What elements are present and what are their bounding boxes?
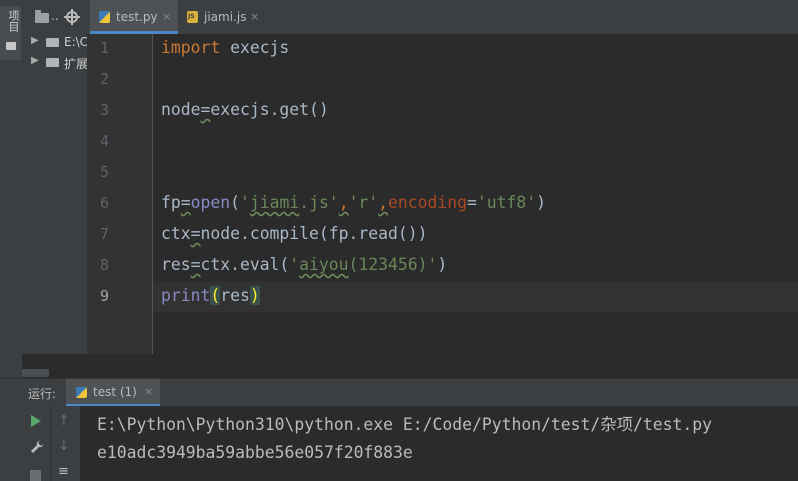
wrench-icon[interactable] xyxy=(30,440,44,454)
console-result-line: e10adc3949ba59abbe56e057f20f883e xyxy=(97,443,413,462)
folder-icon xyxy=(46,38,59,47)
line-number: 3 xyxy=(99,101,109,119)
tree-item-label: E:\C xyxy=(64,35,87,49)
editor-tab-bar: test.py × jiami.js × xyxy=(87,0,798,35)
run-panel-label: 运行: xyxy=(28,387,57,401)
python-file-icon xyxy=(76,387,87,398)
editor-scroll-area xyxy=(22,354,798,378)
soft-wrap-icon[interactable]: ≡ xyxy=(58,464,69,479)
up-arrow-icon[interactable]: ↑ xyxy=(58,413,70,429)
chevron-right-icon[interactable]: ▶ xyxy=(31,55,39,66)
project-tool-label: 项目 xyxy=(7,10,20,32)
code-line[interactable]: res=ctx.eval('aiyou(123456)') xyxy=(161,255,447,274)
project-dropdown[interactable]: .. xyxy=(51,9,59,23)
tab-test-py[interactable]: test.py × xyxy=(90,0,178,34)
scrollbar-thumb[interactable] xyxy=(22,369,49,377)
console-command-line: E:\Python\Python310\python.exe E:/Code/P… xyxy=(97,415,712,434)
folder-icon xyxy=(35,10,49,23)
close-icon[interactable]: × xyxy=(162,10,171,23)
down-arrow-icon[interactable]: ↓ xyxy=(58,438,70,454)
python-file-icon xyxy=(99,11,110,23)
project-tool-tab[interactable]: 项目 xyxy=(0,6,21,60)
line-number: 6 xyxy=(99,194,109,212)
chevron-right-icon[interactable]: ▶ xyxy=(31,35,39,46)
code-line[interactable]: print(res) xyxy=(161,286,260,305)
line-number: 8 xyxy=(99,256,109,274)
tool-window-strip: 项目 xyxy=(0,0,23,378)
tree-item-label: 扩展 xyxy=(64,57,87,71)
tab-label: jiami.js xyxy=(204,10,247,24)
run-tab-label: test (1) xyxy=(93,385,137,399)
line-number: 2 xyxy=(99,70,109,88)
tab-jiami-js[interactable]: jiami.js × xyxy=(178,0,268,34)
close-icon[interactable]: × xyxy=(144,385,153,398)
line-number: 4 xyxy=(99,132,109,150)
toolbar-divider xyxy=(50,406,51,481)
project-panel: .. ▶ E:\C ▶ 扩展 xyxy=(22,0,87,378)
line-number: 7 xyxy=(99,225,109,243)
tree-item[interactable]: ▶ 扩展 xyxy=(22,54,87,72)
run-panel-header: 运行: test (1) × xyxy=(0,378,798,407)
close-icon[interactable]: × xyxy=(250,10,259,23)
stop-icon[interactable] xyxy=(30,470,41,481)
gutter-divider xyxy=(152,34,153,354)
code-line[interactable]: node=execjs.get() xyxy=(161,100,329,119)
run-toolbar: ↑ ↓ ≡ xyxy=(0,406,80,481)
locate-icon[interactable] xyxy=(64,9,80,25)
ide-window: 项目 .. ▶ E:\C ▶ 扩展 test.py × jiami xyxy=(0,0,798,481)
line-number: 5 xyxy=(99,163,109,181)
folder-icon xyxy=(46,58,59,67)
line-number: 1 xyxy=(99,39,109,57)
project-folder-icon xyxy=(6,42,16,50)
code-line[interactable]: fp=open('jiami.js','r',encoding='utf8') xyxy=(161,193,546,212)
tab-label: test.py xyxy=(116,10,158,24)
project-header: .. xyxy=(22,0,87,34)
run-tab[interactable]: test (1) × xyxy=(66,379,160,407)
code-line[interactable]: ctx=node.compile(fp.read()) xyxy=(161,224,427,243)
run-icon[interactable] xyxy=(31,415,41,427)
code-line[interactable]: import execjs xyxy=(161,38,289,57)
line-number: 9 xyxy=(99,287,109,305)
tree-item[interactable]: ▶ E:\C xyxy=(22,34,87,52)
js-file-icon xyxy=(187,11,198,23)
